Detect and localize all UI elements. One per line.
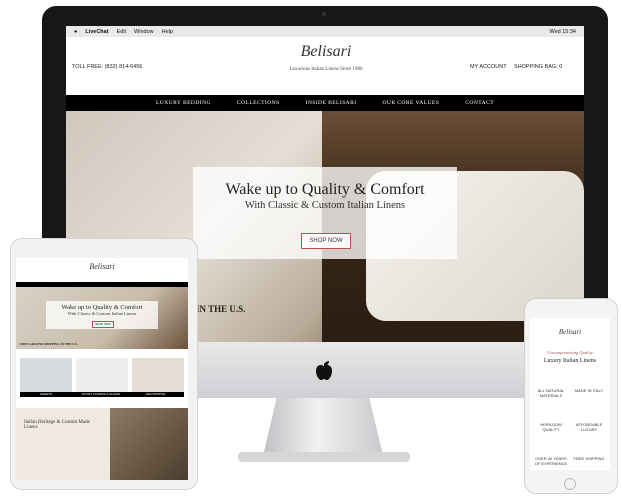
phone-feature-6: FREE SHIPPING	[573, 456, 605, 461]
tablet-hero-box: Wake up to Quality & Comfort With Classi…	[46, 301, 158, 329]
hero-overlay: Wake up to Quality & Comfort With Classi…	[193, 167, 457, 259]
tablet-shop-now-button[interactable]: SHOP NOW	[92, 321, 114, 328]
shop-now-button[interactable]: SHOP NOW	[301, 233, 351, 249]
phone-feature-3: HEIRLOOM QUALITY	[540, 422, 562, 432]
tablet-hero-subtitle: With Classic & Custom Italian Linens	[67, 311, 137, 316]
imac-stand	[262, 398, 384, 460]
menu-edit[interactable]: Edit	[117, 29, 126, 35]
phone-screen: Belisari Uncompromising Quality Luxury I…	[530, 318, 610, 470]
tablet-screen: Belisari Wake up to Quality & Comfort Wi…	[16, 258, 188, 480]
tablet-tile-label-decorative: DECORATIVE	[146, 392, 166, 396]
nav-inside-belisari[interactable]: INSIDE BELISARI	[306, 100, 357, 106]
tablet-tile-label-sheets: SHEETS	[40, 392, 53, 396]
nav-collections[interactable]: COLLECTIONS	[237, 100, 280, 106]
site-header: TOLL FREE: (833) 814-6456 Belisari Luxur…	[66, 37, 584, 95]
tablet-banner: FREE GROUND SHIPPING IN THE U.S.	[20, 342, 78, 346]
menu-window[interactable]: Window	[134, 29, 154, 35]
nav-contact[interactable]: CONTACT	[465, 100, 494, 106]
phone-kicker: Uncompromising Quality	[547, 350, 593, 355]
phone-logo[interactable]: Belisari	[554, 328, 586, 336]
hero-fragment: IN THE U.S.	[196, 304, 246, 314]
phone-feature-1: ALL NATURAL MATERIALS	[537, 388, 565, 398]
menu-help[interactable]: Help	[162, 29, 173, 35]
apple-logo-icon	[316, 361, 332, 380]
my-account-link[interactable]: MY ACCOUNT	[470, 64, 507, 70]
main-nav: LUXURY BEDDING COLLECTIONS INSIDE BELISA…	[66, 95, 584, 111]
hero-subtitle: With Classic & Custom Italian Linens	[244, 200, 406, 211]
tablet-logo[interactable]: Belisari	[86, 262, 118, 271]
tablet-tile-duvet[interactable]	[76, 358, 128, 392]
tablet-heritage-photo	[110, 408, 188, 480]
app-menu[interactable]: LiveChat	[85, 29, 108, 35]
tablet-tile-decorative[interactable]	[132, 358, 184, 392]
phone-feature-4: AFFORDABLE LUXURY	[575, 422, 603, 432]
tablet-heritage-heading: Italian Heritage & Custom Made Linens	[24, 420, 90, 430]
camera-icon	[322, 12, 326, 16]
phone-feature-5: OVER 40 YEARS OF EXPERIENCE	[534, 456, 568, 466]
shopping-bag-link[interactable]: SHOPPING BAG: 0	[514, 64, 562, 70]
apple-menu-icon[interactable]: ●	[74, 29, 77, 35]
site-logo[interactable]: Belisari	[296, 43, 356, 61]
hero-title: Wake up to Quality & Comfort	[225, 181, 425, 198]
phone-heading: Luxury Italian Linens	[543, 358, 597, 364]
menubar-clock: Wed 15:34	[549, 28, 576, 35]
nav-core-values[interactable]: OUR CORE VALUES	[382, 100, 439, 106]
mac-menubar: ● LiveChat Edit Window Help Wed 15:34	[66, 26, 584, 37]
site-tagline: Luxurious Italian Linens Since 1980	[289, 67, 363, 72]
tablet-hero-title: Wake up to Quality & Comfort	[61, 304, 143, 311]
tablet-heritage-section: Italian Heritage & Custom Made Linens	[16, 408, 188, 480]
phone-feature-2: MADE IN ITALY	[574, 388, 604, 393]
toll-free[interactable]: TOLL FREE: (833) 814-6456	[72, 64, 142, 70]
tablet-tile-label-duvet: DUVET COVERS & SHAMS	[82, 392, 120, 396]
tablet-tile-sheets[interactable]	[20, 358, 72, 392]
tablet-hero: Wake up to Quality & Comfort With Classi…	[16, 287, 188, 349]
tablet-tile-labels: SHEETS DUVET COVERS & SHAMS DECORATIVE	[20, 392, 184, 397]
imac-base	[238, 452, 410, 462]
nav-luxury-bedding[interactable]: LUXURY BEDDING	[156, 100, 211, 106]
phone-home-button[interactable]	[564, 478, 576, 490]
